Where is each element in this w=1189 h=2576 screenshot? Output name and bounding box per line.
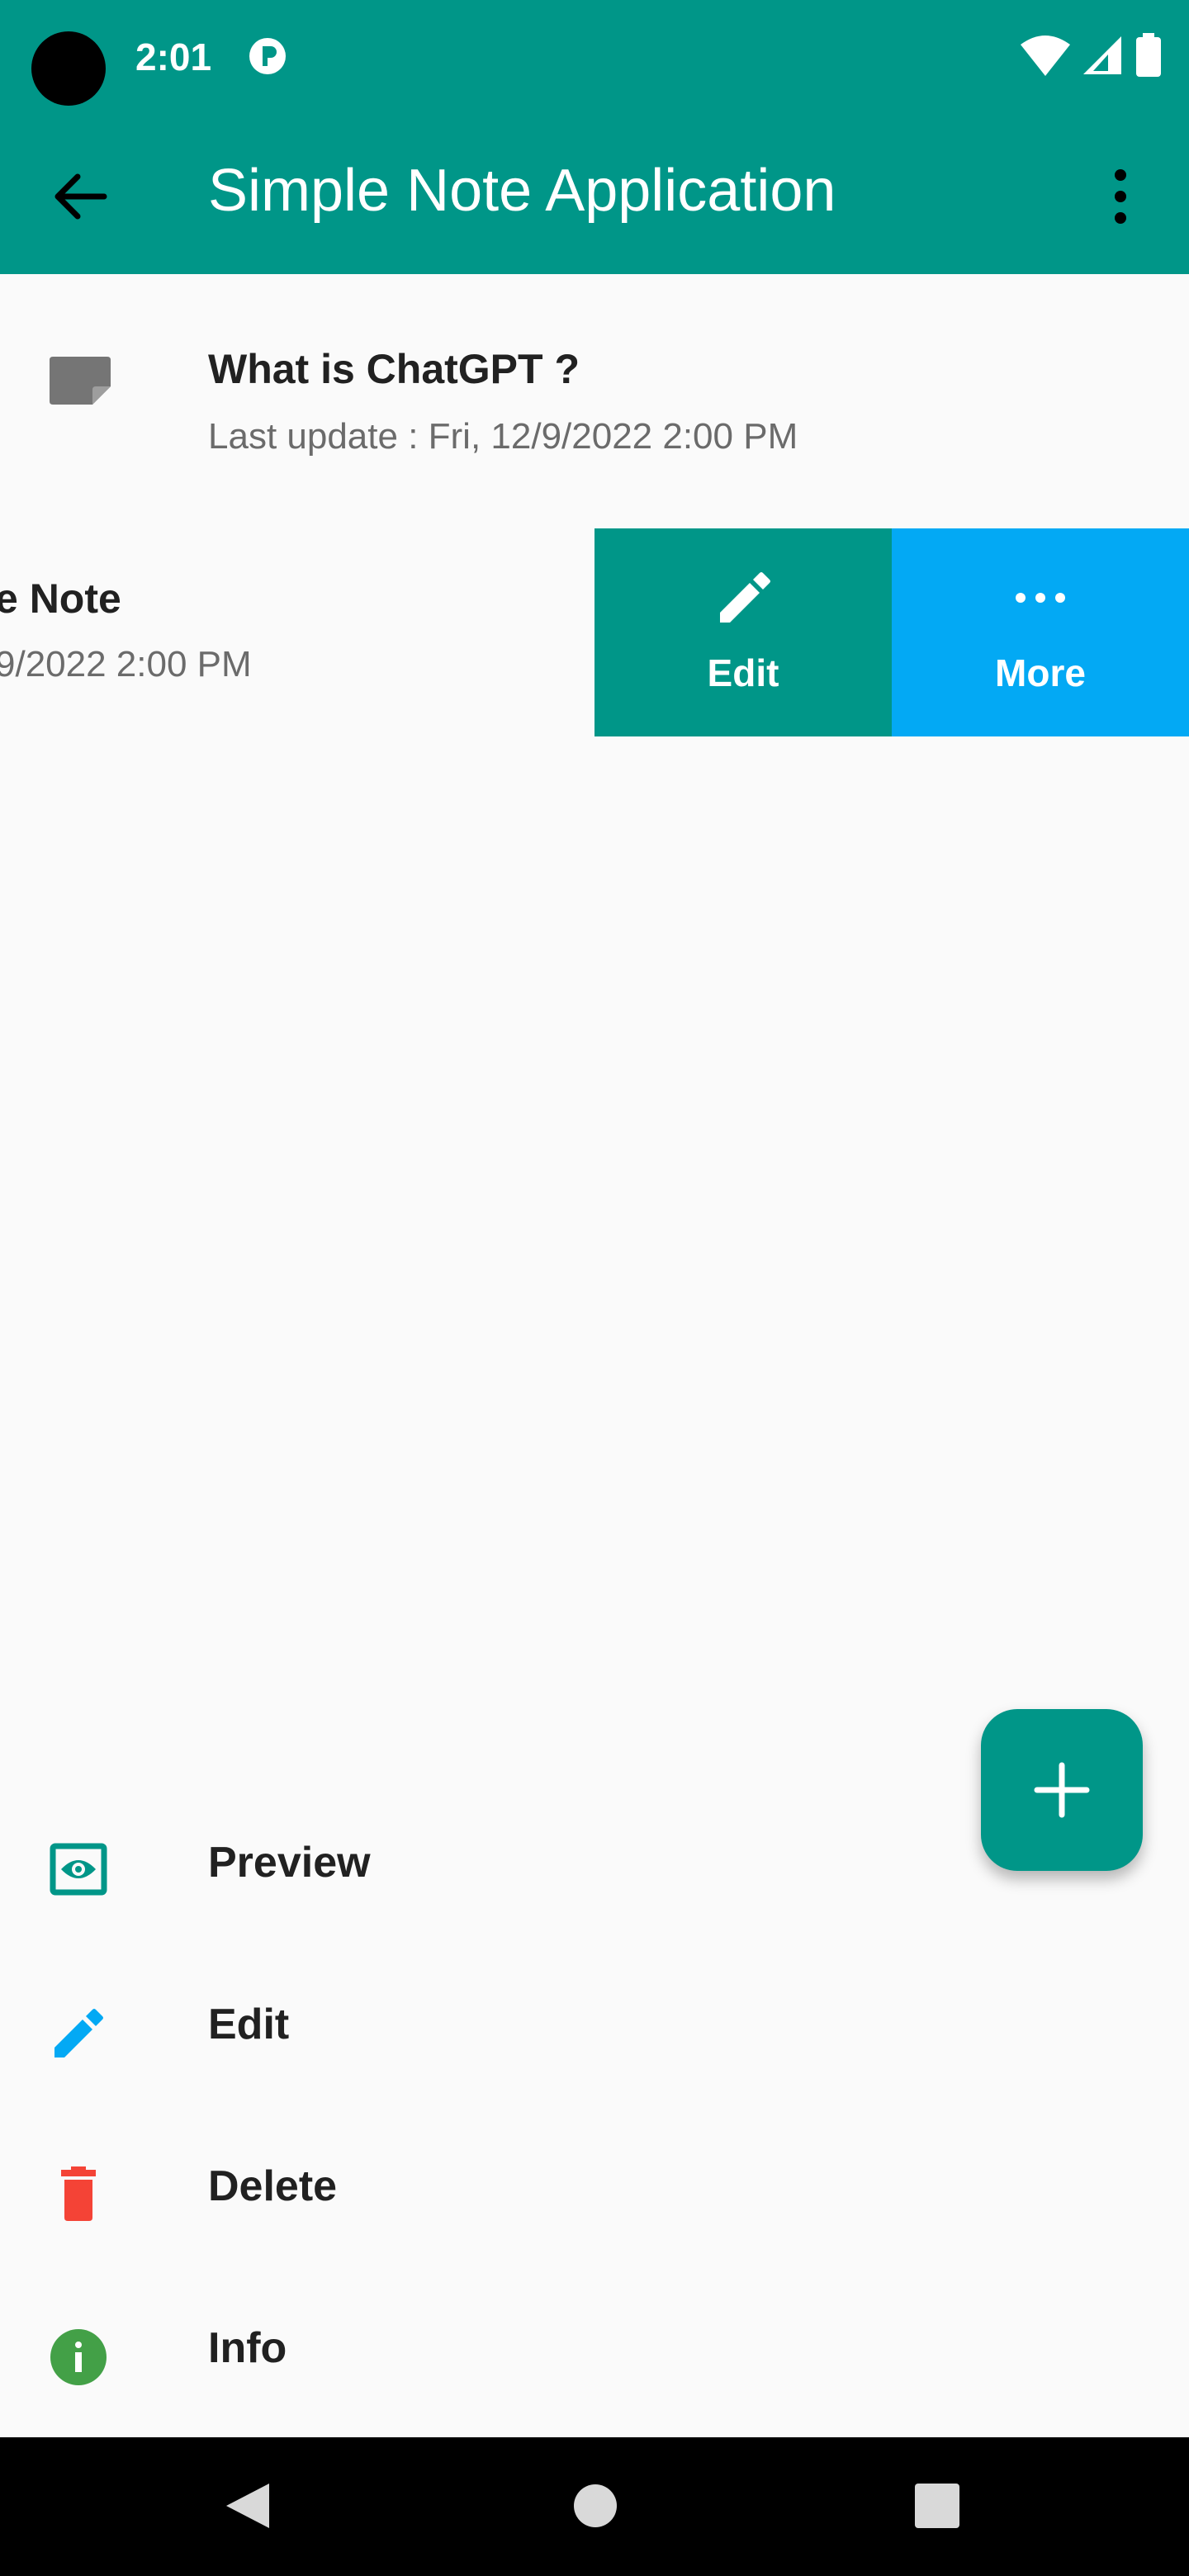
pencil-icon (720, 572, 770, 623)
sheet-item-delete[interactable]: Delete (0, 2112, 1189, 2274)
swipe-edit-label: Edit (707, 651, 779, 694)
camera-cutout (31, 31, 106, 106)
sheet-item-edit[interactable]: Edit (0, 1950, 1189, 2112)
nav-back-icon[interactable] (223, 2480, 272, 2531)
swipe-more-button[interactable]: More (892, 528, 1189, 736)
note-title: e Note (0, 575, 121, 622)
system-nav-bar (0, 2437, 1189, 2576)
info-icon (50, 2329, 107, 2385)
note-last-update: Last update : Fri, 12/9/2022 2:00 PM (208, 416, 798, 457)
sheet-item-label: Edit (208, 2001, 290, 2048)
signal-icon (1083, 36, 1121, 74)
swipe-more-label: More (995, 651, 1086, 694)
eye-icon (50, 1843, 107, 1896)
note-title: What is ChatGPT ? (208, 346, 580, 392)
note-last-update: 9/2022 2:00 PM (0, 644, 252, 684)
sheet-item-label: Info (208, 2324, 287, 2372)
sheet-item-label: Delete (208, 2162, 338, 2210)
battery-icon (1136, 33, 1161, 77)
status-time: 2:01 (135, 36, 212, 78)
more-dots-icon (1016, 593, 1065, 603)
notification-app-icon (249, 38, 286, 74)
sheet-item-label: Preview (208, 1839, 371, 1887)
list-item[interactable]: What is ChatGPT ? Last update : Fri, 12/… (0, 276, 1189, 523)
sheet-item-info[interactable]: Info (0, 2274, 1189, 2436)
trash-icon (61, 2166, 96, 2221)
sheet-item-preview[interactable]: Preview (0, 1788, 1189, 1950)
nav-home-icon[interactable] (573, 2484, 618, 2528)
overflow-menu-icon[interactable] (1098, 162, 1143, 231)
wifi-icon (1021, 36, 1070, 76)
page-title: Simple Note Application (208, 158, 836, 224)
status-bar: 2:01 (0, 0, 1189, 116)
pencil-icon (54, 2009, 103, 2057)
note-icon (50, 357, 111, 405)
app-bar: Simple Note Application (0, 116, 1189, 274)
swipe-edit-button[interactable]: Edit (594, 528, 892, 736)
back-arrow-icon[interactable] (46, 162, 116, 231)
nav-recents-icon[interactable] (915, 2484, 959, 2528)
